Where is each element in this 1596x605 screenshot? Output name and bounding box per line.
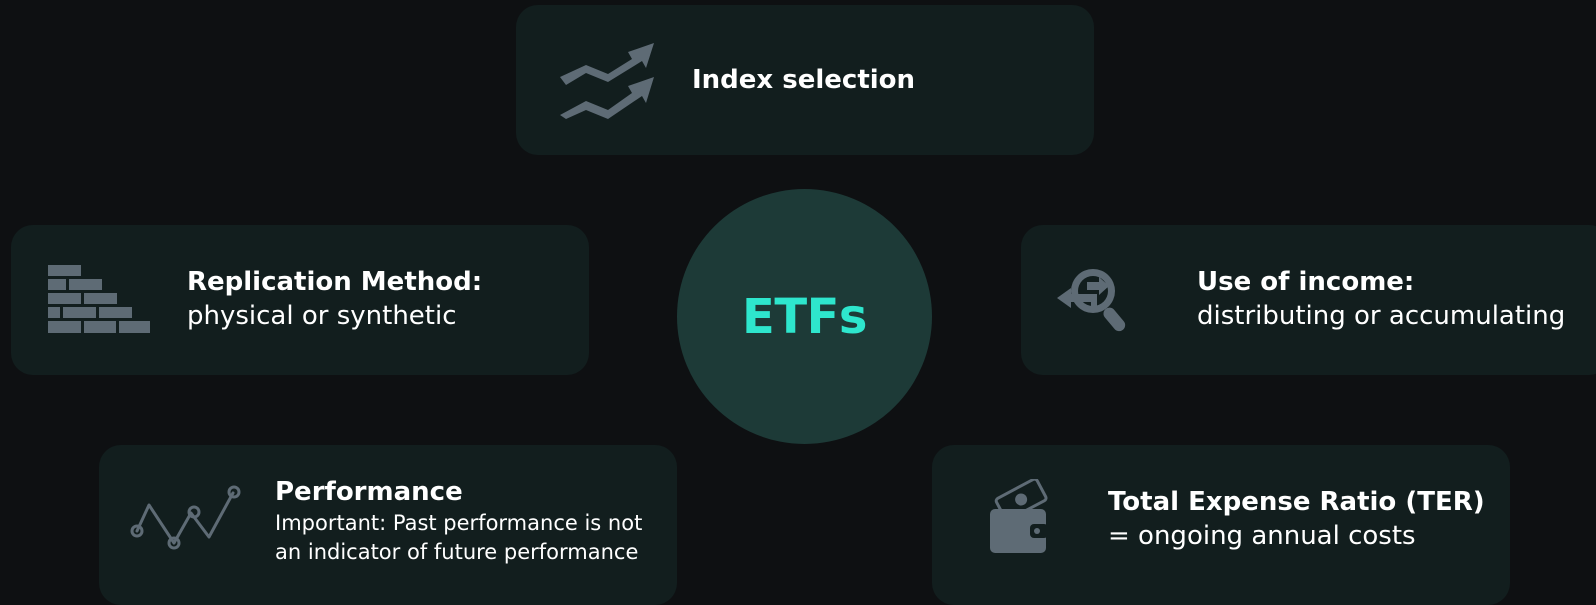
index-selection-title: Index selection: [692, 65, 916, 95]
ter-title: Total Expense Ratio (TER): [1108, 487, 1485, 517]
center-label: ETFs: [742, 288, 867, 345]
replication-method-text: Replication Method: physical or syntheti…: [187, 265, 482, 333]
wallet-cash-icon: [990, 479, 1048, 553]
center-circle: ETFs: [677, 189, 932, 444]
replication-method-card: Replication Method: physical or syntheti…: [11, 225, 589, 375]
use-of-income-subtitle: distributing or accumulating: [1197, 301, 1566, 331]
performance-card: Performance Important: Past performance …: [99, 445, 677, 605]
index-selection-text: Index selection: [692, 63, 915, 97]
use-of-income-card: Use of income: distributing or accumulat…: [1021, 225, 1596, 375]
performance-line-1: Important: Past performance is not: [275, 511, 643, 535]
line-chart-icon: [130, 485, 241, 550]
index-selection-card: Index selection: [516, 5, 1094, 155]
trend-arrows-icon: [560, 43, 654, 119]
replication-method-title: Replication Method:: [187, 267, 483, 297]
performance-title: Performance: [275, 477, 463, 507]
performance-line-2: an indicator of future performance: [275, 540, 639, 564]
use-of-income-text: Use of income: distributing or accumulat…: [1197, 265, 1565, 333]
ter-subtitle: = ongoing annual costs: [1108, 521, 1416, 551]
magnifier-arrows-icon: [1057, 269, 1126, 332]
performance-text: Performance Important: Past performance …: [275, 475, 642, 567]
use-of-income-title: Use of income:: [1197, 267, 1415, 297]
ter-card: Total Expense Ratio (TER) = ongoing annu…: [932, 445, 1510, 605]
ter-text: Total Expense Ratio (TER) = ongoing annu…: [1108, 485, 1485, 553]
replication-method-subtitle: physical or synthetic: [187, 301, 457, 331]
brick-wall-icon: [48, 265, 150, 333]
